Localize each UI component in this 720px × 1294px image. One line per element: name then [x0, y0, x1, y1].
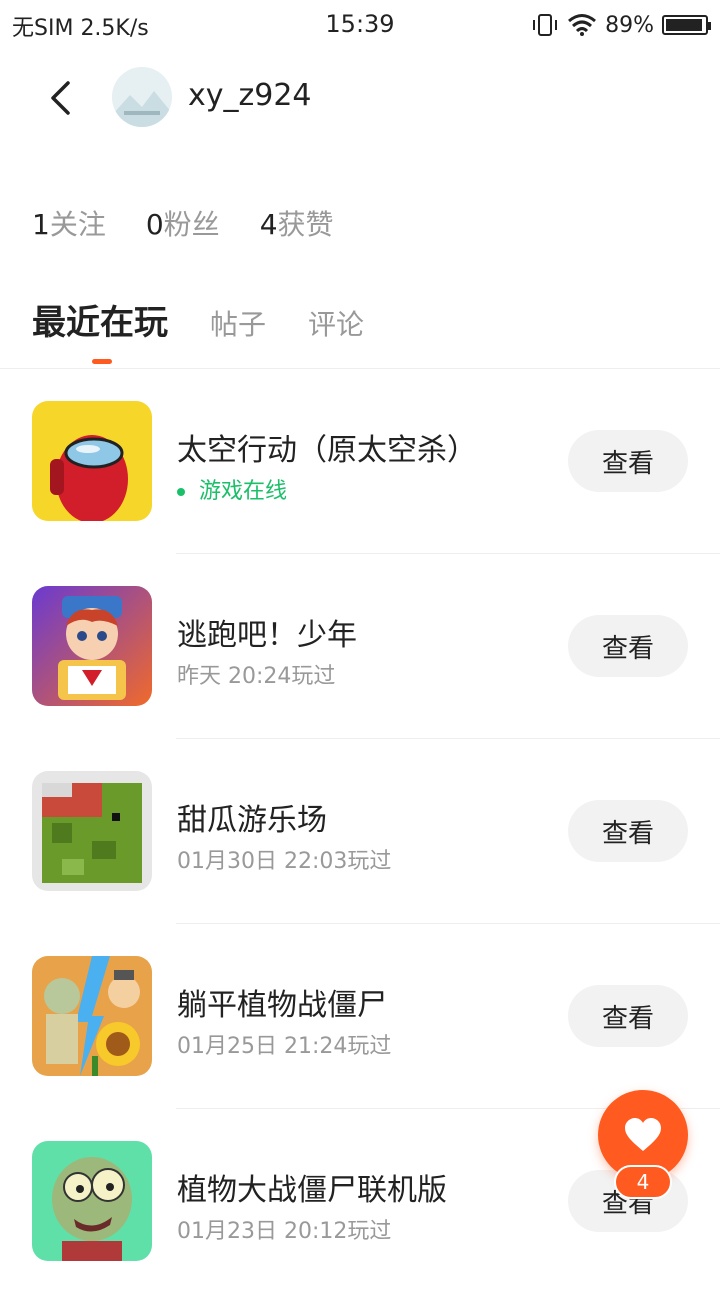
status-bar: 无SIM 2.5K/s 15:39 89% [0, 0, 720, 50]
avatar[interactable] [112, 67, 172, 127]
melon-playground-icon [32, 771, 152, 891]
among-us-icon [32, 401, 152, 521]
wifi-icon [568, 14, 597, 36]
landscape-avatar-icon [112, 67, 172, 127]
view-button[interactable]: 查看 [568, 430, 688, 492]
chevron-left-icon [51, 81, 70, 115]
stat-followers-count: 0 [145, 208, 164, 241]
stat-followers[interactable]: 0粉丝 [146, 203, 220, 243]
back-button[interactable] [40, 78, 80, 118]
view-button[interactable]: 查看 [568, 985, 688, 1047]
heart-icon [625, 1118, 661, 1151]
list-item[interactable]: 太空行动（原太空杀） 游戏在线 查看 [0, 369, 720, 554]
list-item[interactable]: 躺平植物战僵尸 01月25日 21:24玩过 查看 [0, 924, 720, 1109]
pvz-lying-icon [32, 956, 152, 1076]
battery-percent: 89% [605, 12, 654, 38]
tab-posts[interactable]: 帖子 [210, 303, 266, 343]
game-name: 太空行动（原太空杀） [177, 433, 477, 468]
game-name: 逃跑吧！少年 [177, 618, 357, 653]
online-dot [177, 488, 185, 496]
game-name: 植物大战僵尸联机版 [177, 1173, 447, 1208]
game-status: 01月25日 21:24玩过 [177, 1034, 392, 1059]
escape-boy-icon [32, 586, 152, 706]
game-status: 01月30日 22:03玩过 [177, 849, 392, 874]
stat-following-count: 1 [32, 208, 50, 241]
tab-comments[interactable]: 评论 [308, 303, 364, 343]
profile-stats: 1关注 0粉丝 4获赞 [32, 203, 334, 243]
list-item[interactable]: 甜瓜游乐场 01月30日 22:03玩过 查看 [0, 739, 720, 924]
battery-icon [662, 15, 711, 35]
stat-followers-label: 粉丝 [163, 208, 220, 241]
game-status: 昨天 20:24玩过 [177, 664, 336, 689]
status-right: 89% [531, 10, 711, 40]
pvz-online-icon [32, 1141, 152, 1261]
game-name: 甜瓜游乐场 [177, 803, 327, 838]
profile-header: xy_z924 [0, 60, 720, 136]
game-status: 游戏在线 [177, 473, 287, 505]
view-button[interactable]: 查看 [568, 800, 688, 862]
stat-likes[interactable]: 4获赞 [260, 203, 334, 243]
profile-tabs: 最近在玩 帖子 评论 [32, 295, 406, 365]
active-tab-indicator [92, 359, 112, 364]
game-status-text: 游戏在线 [199, 479, 288, 504]
view-button[interactable]: 查看 [568, 615, 688, 677]
stat-likes-count: 4 [259, 208, 278, 241]
tab-recently-played[interactable]: 最近在玩 [32, 295, 168, 344]
like-count-badge: 4 [614, 1165, 672, 1199]
username: xy_z924 [188, 78, 312, 113]
vibrate-icon [533, 14, 558, 36]
list-item[interactable]: 逃跑吧！少年 昨天 20:24玩过 查看 [0, 554, 720, 739]
stat-following[interactable]: 1关注 [32, 203, 106, 243]
stat-following-label: 关注 [49, 208, 106, 241]
stat-likes-label: 获赞 [277, 208, 334, 241]
game-name: 躺平植物战僵尸 [177, 988, 387, 1023]
game-status: 01月23日 20:12玩过 [177, 1219, 392, 1244]
